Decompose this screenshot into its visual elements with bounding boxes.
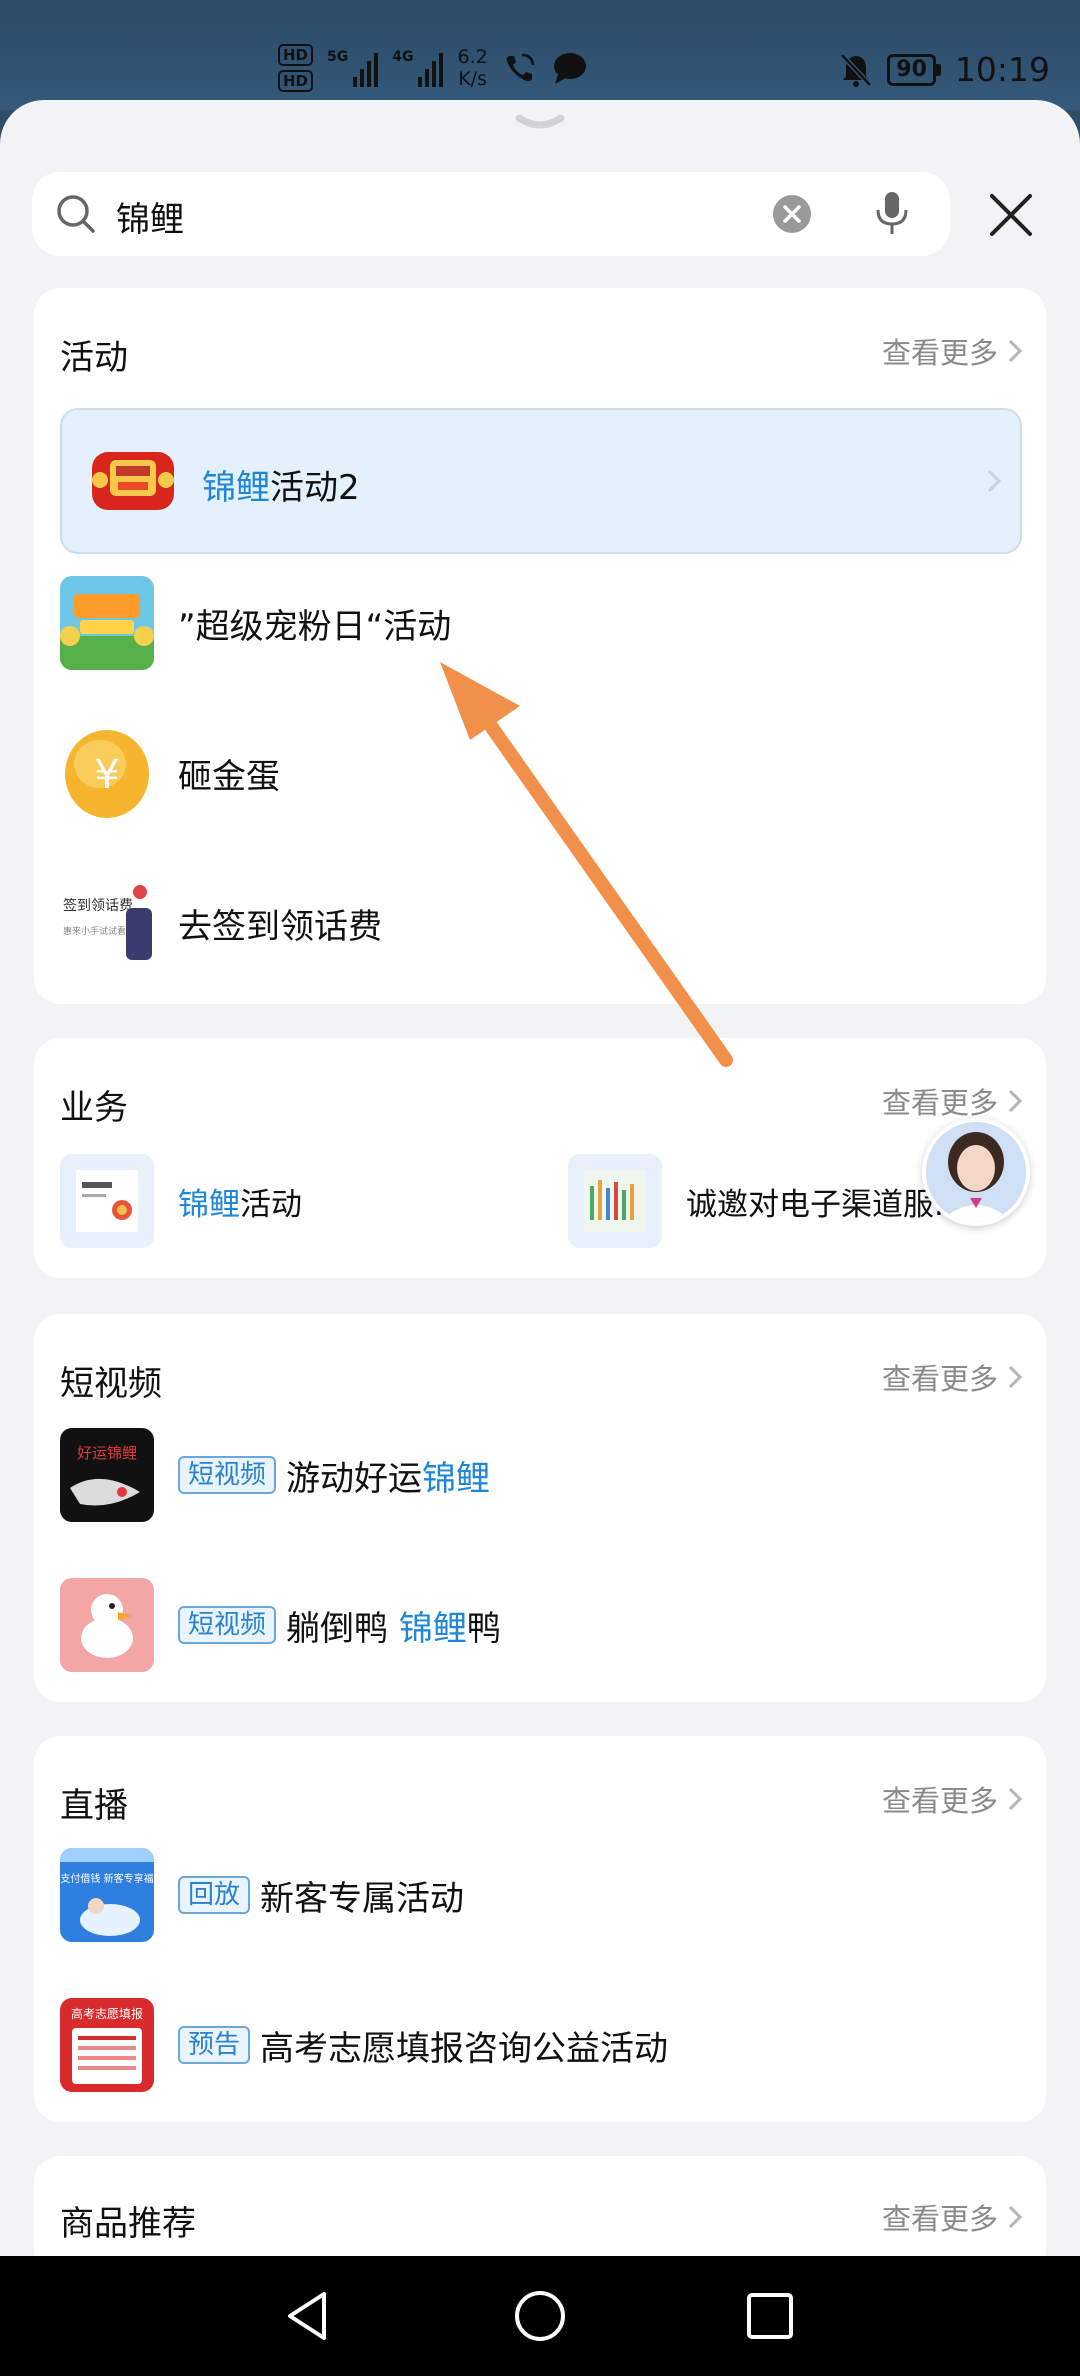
back-icon[interactable] xyxy=(278,2286,338,2346)
search-sheet: 锦鲤 活动 查看更多 锦鲤活动2 ”超级宠粉日“活动 ¥ 砸金蛋 签到领话费 惠… xyxy=(0,100,1080,2276)
status-bar: HD HD 5G 4G 6.2 K/s 90 10:19 xyxy=(0,0,1080,110)
list-item[interactable]: 好运锦鲤 短视频 游动好运锦鲤 xyxy=(60,1428,490,1522)
list-item[interactable]: 翼支付借钱 新客专享福利 回放 新客专属活动 xyxy=(60,1848,464,1942)
hd-icon: HD xyxy=(278,44,314,66)
wifi-call-icon xyxy=(506,53,534,82)
replay-tag: 回放 xyxy=(178,1876,251,1914)
section-title: 商品推荐 xyxy=(60,2204,196,2244)
list-item[interactable]: 高考志愿填报 预告 高考志愿填报咨询公益活动 xyxy=(60,1998,668,2092)
activity-thumbnail xyxy=(60,576,154,670)
content-tag: 短视频 xyxy=(178,1456,277,1494)
signin-thumbnail: 签到领话费 惠来小手试试看 xyxy=(60,876,154,970)
list-item-label: 高考志愿填报咨询公益活动 xyxy=(260,2028,669,2069)
microphone-icon[interactable] xyxy=(872,190,912,236)
status-right: 90 10:19 xyxy=(839,50,1050,89)
chevron-right-icon xyxy=(987,469,1002,493)
service-thumbnail xyxy=(60,1154,154,1248)
chevron-right-icon xyxy=(1008,2205,1023,2229)
chevron-right-icon xyxy=(1008,339,1023,363)
preview-tag: 预告 xyxy=(178,2026,251,2064)
svg-text:签到领话费: 签到领话费 xyxy=(63,897,133,914)
svg-text:惠来小手试试看: 惠来小手试试看 xyxy=(63,925,126,937)
collapse-handle-icon[interactable] xyxy=(515,112,565,136)
message-icon xyxy=(553,53,586,84)
svg-text:好运锦鲤: 好运锦鲤 xyxy=(77,1444,137,1462)
svg-text:翼支付借钱 新客专享福利: 翼支付借钱 新客专享福利 xyxy=(60,1872,154,1885)
signal-4g-icon: 4G xyxy=(392,49,444,87)
short-video-card: 短视频 查看更多 好运锦鲤 短视频 游动好运锦鲤 短视频 躺倒鸭 锦鲤鸭 xyxy=(34,1314,1046,1702)
list-item-label: 躺倒鸭 锦鲤鸭 xyxy=(286,1608,501,1649)
hd-indicators: HD HD xyxy=(278,44,314,92)
service-item[interactable]: 诚邀对电子渠道服... xyxy=(568,1154,964,1248)
mute-bell-icon xyxy=(840,52,873,87)
service-label: 诚邀对电子渠道服... xyxy=(686,1186,964,1223)
activity-thumbnail xyxy=(88,436,178,526)
section-title: 活动 xyxy=(60,338,128,378)
view-more-button[interactable]: 查看更多 xyxy=(882,1356,1024,1398)
home-icon[interactable] xyxy=(510,2286,570,2346)
clear-icon[interactable] xyxy=(772,194,812,234)
activities-card: 活动 查看更多 锦鲤活动2 ”超级宠粉日“活动 ¥ 砸金蛋 签到领话费 惠来小手… xyxy=(34,288,1046,1004)
list-item[interactable]: ”超级宠粉日“活动 xyxy=(60,576,451,670)
section-title: 短视频 xyxy=(60,1364,162,1404)
status-left: HD HD 5G 4G 6.2 K/s xyxy=(278,44,588,92)
live-card: 直播 查看更多 翼支付借钱 新客专享福利 回放 新客专属活动 xyxy=(34,1736,1046,2122)
service-label: 锦鲤活动 xyxy=(178,1186,302,1223)
svg-text:¥: ¥ xyxy=(94,752,119,798)
service-thumbnail xyxy=(568,1154,662,1248)
section-title: 直播 xyxy=(60,1786,128,1826)
list-item-label: 游动好运锦鲤 xyxy=(286,1458,491,1499)
close-icon[interactable] xyxy=(984,188,1038,242)
chevron-right-icon xyxy=(1008,1089,1023,1113)
list-item[interactable]: ¥ 砸金蛋 xyxy=(60,726,280,820)
view-more-button[interactable]: 查看更多 xyxy=(882,2196,1024,2238)
list-item-highlighted[interactable]: 锦鲤活动2 xyxy=(60,408,1022,554)
view-more-button[interactable]: 查看更多 xyxy=(882,1778,1024,1820)
svg-text:高考志愿填报: 高考志愿填报 xyxy=(71,2006,143,2021)
video-thumbnail: 好运锦鲤 xyxy=(60,1428,154,1522)
live-thumbnail: 翼支付借钱 新客专享福利 xyxy=(60,1848,154,1942)
search-icon xyxy=(57,195,95,233)
signal-5g-icon: 5G xyxy=(327,49,379,87)
chevron-right-icon xyxy=(1008,1365,1023,1389)
list-item[interactable]: 短视频 躺倒鸭 锦鲤鸭 xyxy=(60,1578,501,1672)
hd-icon: HD xyxy=(278,70,314,92)
view-more-button[interactable]: 查看更多 xyxy=(882,1080,1024,1122)
live-thumbnail: 高考志愿填报 xyxy=(60,1998,154,2092)
list-item-label: 去签到领话费 xyxy=(178,906,382,947)
list-item-label: 锦鲤活动2 xyxy=(202,468,360,508)
list-item-label: 新客专属活动 xyxy=(260,1878,465,1919)
section-title: 业务 xyxy=(60,1088,128,1128)
clock: 10:19 xyxy=(954,50,1050,89)
list-item-label: ”超级宠粉日“活动 xyxy=(178,606,452,647)
system-nav-bar xyxy=(0,2256,1080,2376)
search-bar[interactable]: 锦鲤 xyxy=(32,172,950,256)
recents-icon[interactable] xyxy=(740,2286,800,2346)
list-item[interactable]: 签到领话费 惠来小手试试看 去签到领话费 xyxy=(60,876,382,970)
video-thumbnail xyxy=(60,1578,154,1672)
assistant-avatar[interactable] xyxy=(922,1118,1030,1226)
search-input[interactable]: 锦鲤 xyxy=(116,192,184,241)
chevron-right-icon xyxy=(1008,1787,1023,1811)
golden-egg-thumbnail: ¥ xyxy=(60,726,154,820)
battery-icon: 90 xyxy=(887,53,941,86)
network-speed: 6.2 K/s xyxy=(457,46,488,90)
content-tag: 短视频 xyxy=(178,1606,277,1644)
view-more-button[interactable]: 查看更多 xyxy=(882,330,1024,372)
business-card: 业务 查看更多 锦鲤活动 诚邀对电子渠道服... xyxy=(34,1038,1046,1278)
service-item[interactable]: 锦鲤活动 xyxy=(60,1154,302,1248)
list-item-label: 砸金蛋 xyxy=(178,756,280,797)
